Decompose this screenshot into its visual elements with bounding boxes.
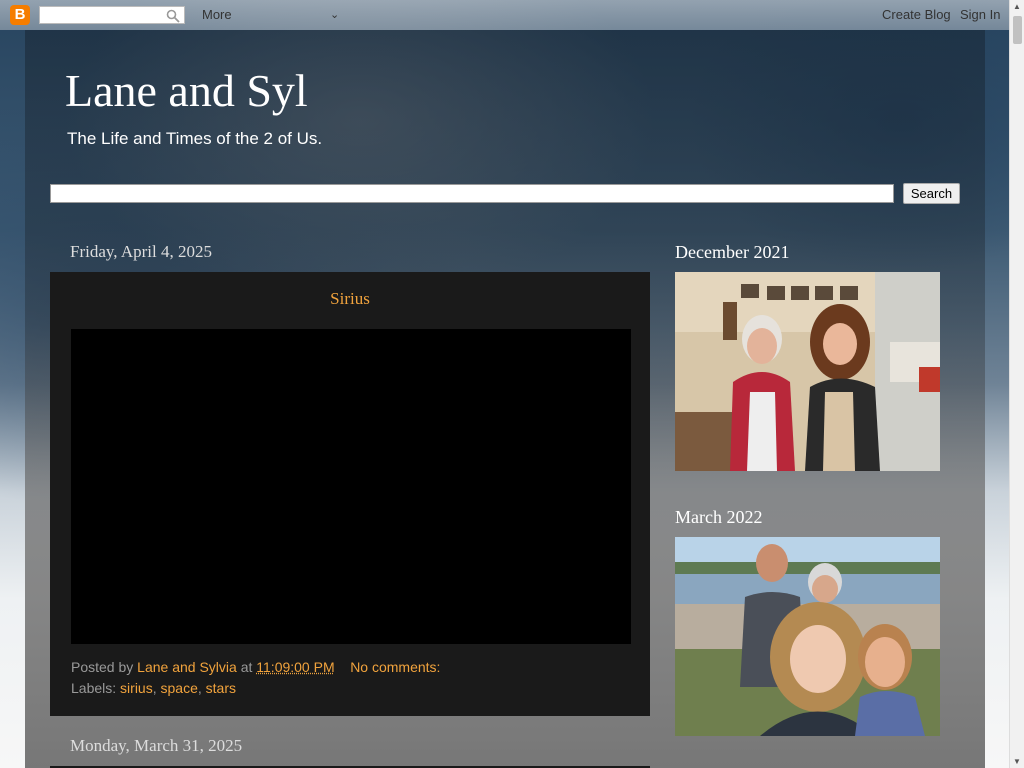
- create-blog-link[interactable]: Create Blog: [882, 7, 951, 22]
- blog-description: The Life and Times of the 2 of Us.: [67, 129, 323, 148]
- blogger-navbar: B More ⌄ Create Blog Sign In: [0, 0, 1024, 30]
- blogger-logo-icon[interactable]: B: [10, 5, 30, 25]
- blog-search-input[interactable]: [50, 184, 894, 203]
- scroll-up-arrow-icon[interactable]: ▲: [1013, 2, 1021, 11]
- family-photo-image: [675, 272, 940, 471]
- comments-link[interactable]: No comments:: [350, 659, 440, 675]
- post-timestamp-link[interactable]: 11:09:00 PM: [256, 659, 334, 675]
- sidebar-widget-title: March 2022: [675, 507, 763, 527]
- labels-prefix: Labels:: [71, 680, 117, 696]
- blog-title[interactable]: Lane and Syl: [65, 64, 308, 117]
- sign-in-link[interactable]: Sign In: [960, 7, 1000, 22]
- post: Sirius Posted by Lane and Sylvia at 11:0…: [50, 272, 650, 716]
- chevron-down-icon[interactable]: ⌄: [330, 8, 339, 21]
- family-photo-image: [675, 537, 940, 736]
- search-button[interactable]: Search: [903, 183, 960, 204]
- scrollbar-thumb[interactable]: [1013, 16, 1022, 44]
- sidebar-photo[interactable]: [675, 272, 940, 471]
- more-menu[interactable]: More: [202, 7, 232, 22]
- post-labels: Labels: sirius, space, stars: [71, 680, 236, 696]
- post-author-link[interactable]: Lane and Sylvia: [137, 659, 237, 675]
- posted-by-label: Posted by: [71, 659, 134, 675]
- label-link[interactable]: sirius: [120, 680, 153, 696]
- search-icon[interactable]: [166, 9, 180, 23]
- embedded-video[interactable]: [71, 329, 631, 644]
- at-label: at: [240, 659, 253, 675]
- sidebar-photo[interactable]: [675, 537, 940, 736]
- label-link[interactable]: space: [161, 680, 198, 696]
- navbar-search-input[interactable]: [39, 6, 185, 24]
- sidebar-widget-title: December 2021: [675, 242, 790, 262]
- post-title[interactable]: Sirius: [50, 289, 650, 309]
- scroll-down-arrow-icon[interactable]: ▼: [1013, 757, 1021, 766]
- post-footer: Posted by Lane and Sylvia at 11:09:00 PM…: [71, 659, 440, 675]
- post-date-header: Friday, April 4, 2025: [70, 242, 212, 261]
- scrollbar[interactable]: ▲ ▼: [1009, 0, 1024, 768]
- post-date-header: Monday, March 31, 2025: [70, 736, 243, 755]
- label-link[interactable]: stars: [206, 680, 236, 696]
